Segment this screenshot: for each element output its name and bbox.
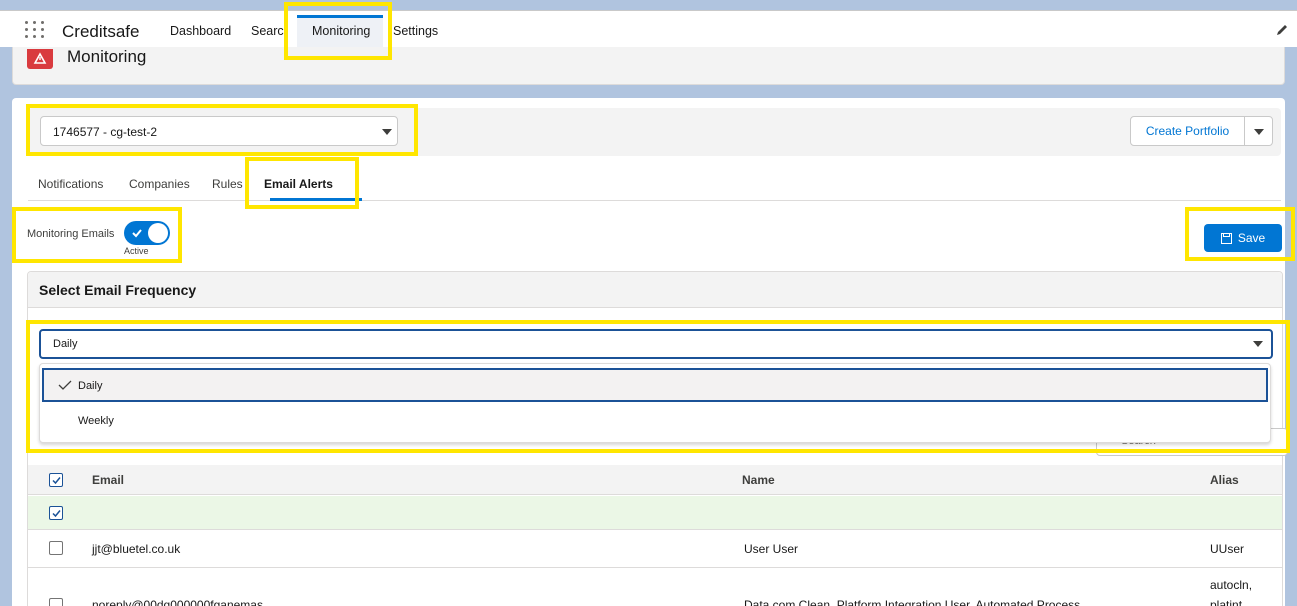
row-alias: autocln, [1210,578,1253,592]
save-icon [1220,233,1232,244]
table-row: jjt@bluetel.co.uk User User UUser [28,530,1282,568]
row-name: User User [744,542,799,556]
select-all-checkbox[interactable] [49,473,63,487]
row-alias-continued: platint [1210,598,1243,606]
option-label: Weekly [78,415,114,427]
nav-item-dashboard[interactable]: Dashboard [170,24,231,38]
chevron-down-icon [1254,129,1264,135]
portfolio-select[interactable]: 1746577 - cg-test-2 [40,116,398,146]
frequency-select-value: Daily [53,338,78,350]
page-header: Monitoring [12,47,1285,85]
toggle-state-text: Active [124,246,149,256]
nav-item-monitoring[interactable]: Monitoring [312,24,370,38]
frequency-dropdown: Daily Weekly [39,363,1271,443]
page-title: Monitoring [67,47,147,66]
edit-pencil-icon[interactable] [1275,23,1289,37]
app-window: Creditsafe Dashboard Search Monitoring S… [0,0,1297,606]
check-icon [132,229,142,238]
monitoring-emails-label: Monitoring Emails [27,228,115,240]
column-name[interactable]: Name [742,473,775,487]
portfolio-select-value: 1746577 - cg-test-2 [53,125,158,139]
tab-email-alerts[interactable]: Email Alerts [264,177,333,191]
email-frequency-panel: Select Email Frequency Daily Search Emai… [27,271,1288,606]
save-button-label: Save [1237,231,1266,245]
check-icon [58,380,72,390]
email-frequency-header: Select Email Frequency [28,272,1282,308]
table-row: noreply@00dq000000fganemas Data.com Clea… [28,568,1282,606]
chevron-down-icon [382,129,392,135]
portfolio-bar: 1746577 - cg-test-2 Create Portfolio [28,108,1281,156]
top-nav: Creditsafe Dashboard Search Monitoring S… [0,10,1297,47]
tab-companies[interactable]: Companies [129,177,190,191]
row-checkbox[interactable] [49,541,63,555]
table-header: Email Name Alias [28,465,1282,495]
toggle-knob [148,223,168,243]
tab-rules[interactable]: Rules [212,177,243,191]
monitoring-app-icon [27,49,53,69]
row-checkbox[interactable] [49,506,63,520]
frequency-option-daily[interactable]: Daily [42,368,1268,402]
row-checkbox[interactable] [49,598,63,606]
nav-item-search[interactable]: Search [251,24,285,38]
create-portfolio-button[interactable]: Create Portfolio [1130,116,1245,146]
row-name: Data.com Clean, Platform Integration Use… [744,598,1081,606]
app-launcher-icon[interactable] [25,21,47,39]
column-alias[interactable]: Alias [1210,473,1239,487]
row-alias: UUser [1210,542,1245,556]
option-label: Daily [78,380,103,392]
tab-bar: Notifications Companies Rules Email Aler… [28,174,1281,201]
app-name: Creditsafe [62,22,140,41]
main-card: 1746577 - cg-test-2 Create Portfolio Not… [12,98,1288,606]
column-email[interactable]: Email [92,473,124,487]
monitoring-emails-toggle[interactable] [124,221,170,245]
nav-item-settings[interactable]: Settings [393,24,438,38]
email-frequency-title: Select Email Frequency [39,282,197,298]
create-portfolio-menu-button[interactable] [1244,116,1273,146]
frequency-select[interactable]: Daily [39,329,1273,359]
row-email: jjt@bluetel.co.uk [92,542,181,556]
table-row [28,496,1282,530]
chevron-down-icon [1253,341,1263,347]
frequency-option-weekly[interactable]: Weekly [42,404,1268,438]
active-tab-indicator [270,198,362,201]
row-email: noreply@00dq000000fganemas [92,598,263,606]
save-button[interactable]: Save [1204,224,1282,252]
tab-notifications[interactable]: Notifications [38,177,103,191]
